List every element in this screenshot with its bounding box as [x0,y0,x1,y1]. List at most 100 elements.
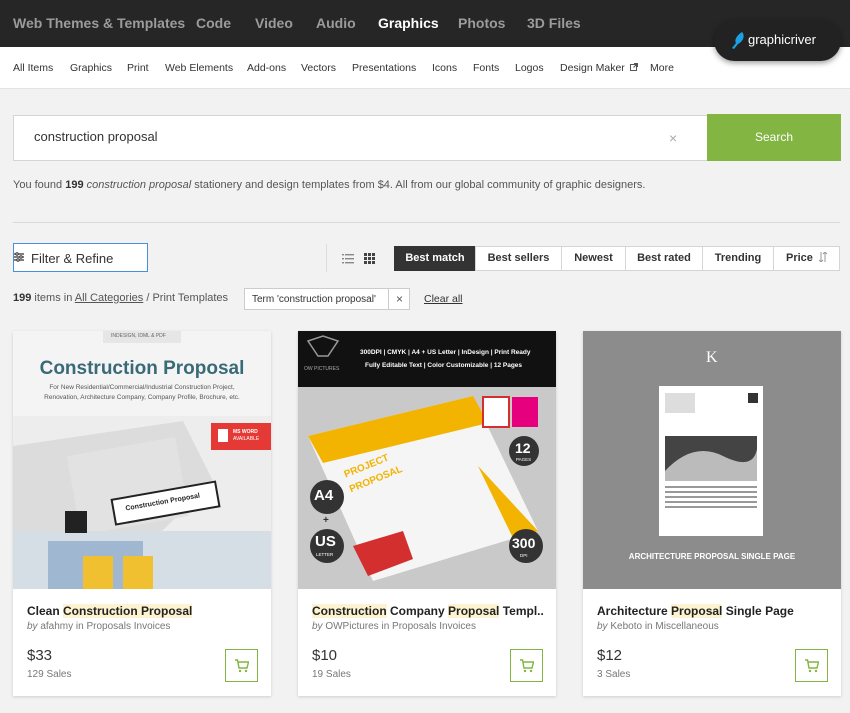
subnav-fonts[interactable]: Fonts [473,62,499,74]
by-text: by [27,621,38,632]
subnav-more[interactable]: More [650,62,674,74]
author-link[interactable]: Keboto [610,621,642,632]
add-to-cart-button[interactable] [225,649,258,682]
by-text: by [597,621,608,632]
grid-view-icon[interactable] [364,253,375,264]
chip-label: Term 'construction proposal' [252,294,376,305]
thumb-badge-2: AVAILABLE [233,436,260,442]
subnav-icons[interactable]: Icons [432,62,457,74]
subnav-design-maker[interactable]: Design Maker [560,62,638,74]
title-text: Architecture [597,604,672,618]
product-byline: by OWPictures in Proposals Invoices [312,621,476,632]
thumb-spec-1: 300DPI | CMYK | A4 + US Letter | InDesig… [360,349,531,356]
thumb-badge-1: MS WORD [233,429,258,435]
sort-trending[interactable]: Trending [702,246,774,271]
result-count-row: 199 items in All Categories / Print Temp… [13,292,228,304]
thumb-logo: K [706,349,718,366]
subnav-vectors[interactable]: Vectors [301,62,336,74]
nav-3d-files[interactable]: 3D Files [527,15,581,31]
thumb-dpi-label: DPI [520,553,528,558]
sort-best-match[interactable]: Best match [394,246,476,271]
thumb-pages-label: PAGES [516,457,532,462]
product-price: $12 [597,647,623,664]
filter-refine-button[interactable]: Filter & Refine [13,243,148,272]
by-text: by [312,621,323,632]
thumb-brand: OW PICTURES [304,366,340,372]
product-card[interactable]: OW PICTURES 300DPI | CMYK | A4 + US Lett… [298,331,556,696]
product-title[interactable]: Architecture Proposal Single Page [597,604,829,618]
nav-code[interactable]: Code [196,15,231,31]
results-suffix: stationery and design templates from $4.… [194,179,646,191]
add-to-cart-button[interactable] [795,649,828,682]
all-categories-link[interactable]: All Categories [75,292,143,304]
active-filter-chip: Term 'construction proposal' × [244,288,410,310]
thumb-letter: LETTER [316,552,334,557]
nav-web-themes[interactable]: Web Themes & Templates [13,15,185,31]
product-title[interactable]: Clean Construction Proposal [27,604,259,618]
thumb-pages: 12 [515,440,531,456]
graphicriver-leaf-icon [732,32,744,49]
author-link[interactable]: OWPictures [325,621,378,632]
subnav-add-ons[interactable]: Add-ons [247,62,286,74]
product-byline: by afahmy in Proposals Invoices [27,621,170,632]
title-text: Templ... [499,604,544,618]
product-sales: 3 Sales [597,669,631,680]
category-text: in Proposals Invoices [381,621,476,632]
nav-graphics[interactable]: Graphics [378,15,439,31]
product-thumbnail[interactable]: INDESIGN, IDML & PDF Construction Propos… [13,331,271,589]
search-clear-icon[interactable]: × [669,130,677,146]
item-count: 199 [13,292,32,304]
product-card[interactable]: INDESIGN, IDML & PDF Construction Propos… [13,331,271,696]
title-text: Single Page [722,604,794,618]
title-highlight: Construction [312,604,387,618]
thumb-caption: ARCHITECTURE PROPOSAL SINGLE PAGE [628,552,796,561]
external-link-icon [629,63,638,71]
sort-price[interactable]: Price [773,246,840,271]
thumb-dpi: 300 [512,535,536,551]
subnav-web-elements[interactable]: Web Elements [165,62,233,74]
sort-arrows-icon [818,251,828,263]
subnav-graphics[interactable]: Graphics [70,62,112,74]
product-price: $33 [27,647,53,664]
divider [326,244,327,272]
search-button[interactable]: Search [707,114,841,161]
category-text: in Proposals Invoices [75,621,171,632]
results-count: 199 [65,179,84,191]
sort-best-rated[interactable]: Best rated [625,246,703,271]
title-text: Clean [27,604,64,618]
category-path: / Print Templates [146,292,229,304]
nav-video[interactable]: Video [255,15,293,31]
chip-close-icon[interactable]: × [388,289,410,309]
subnav-design-maker-label: Design Maker [560,62,625,74]
search-input[interactable] [34,129,634,144]
thumb-heading: Construction Proposal [39,358,245,379]
filter-icon [14,252,24,262]
search-box [13,115,708,161]
nav-audio[interactable]: Audio [316,15,356,31]
thumb-tagline: INDESIGN, IDML & PDF [111,333,166,339]
nav-photos[interactable]: Photos [458,15,505,31]
thumb-spec-2: Fully Editable Text | Color Customizable… [365,362,523,369]
title-highlight: Construction Proposal [63,604,193,618]
list-view-icon[interactable] [342,253,354,264]
subnav-print[interactable]: Print [127,62,149,74]
title-highlight: Proposal [671,604,723,618]
product-thumbnail[interactable]: K ARCHITECTURE PROPOSAL SINGLE PAGE [583,331,841,589]
thumb-subtitle-1: For New Residential/Commercial/Industria… [49,384,235,391]
add-to-cart-button[interactable] [510,649,543,682]
product-thumbnail[interactable]: OW PICTURES 300DPI | CMYK | A4 + US Lett… [298,331,556,589]
subnav-all-items[interactable]: All Items [13,62,53,74]
thumb-plus: + [323,515,329,526]
title-highlight: Proposal [448,604,500,618]
sort-newest[interactable]: Newest [561,246,626,271]
subnav-logos[interactable]: Logos [515,62,544,74]
graphicriver-logo[interactable]: graphicriver [714,20,841,61]
sort-best-sellers[interactable]: Best sellers [475,246,562,271]
thumb-subtitle-2: Renovation, Architecture Company, Compan… [44,394,240,401]
clear-all-link[interactable]: Clear all [424,293,463,305]
subnav-presentations[interactable]: Presentations [352,62,416,74]
author-link[interactable]: afahmy [40,621,73,632]
product-title[interactable]: Construction Company Proposal Templ... [312,604,544,618]
cart-icon [520,659,534,673]
product-card[interactable]: K ARCHITECTURE PROPOSAL SINGLE PAGE Arch… [583,331,841,696]
